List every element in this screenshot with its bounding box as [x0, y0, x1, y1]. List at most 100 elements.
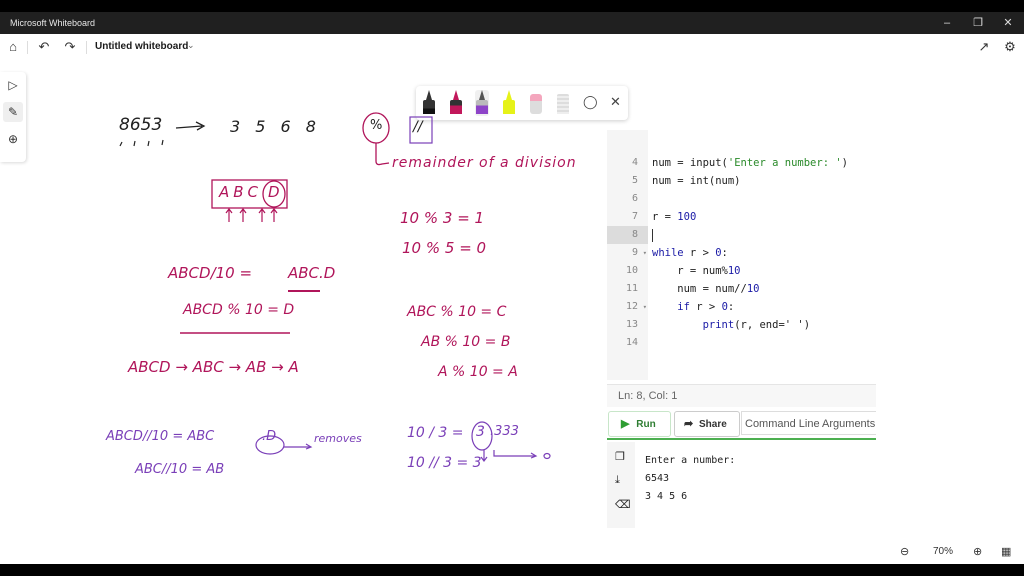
- line-number-text: 5: [631, 175, 638, 186]
- code-token: num =: [652, 157, 690, 169]
- code-token: input: [689, 157, 722, 169]
- fold-toggle-icon[interactable]: ▾: [643, 298, 647, 316]
- ink-mod-symbol: %: [370, 118, 383, 133]
- line-number-text: 10: [625, 265, 638, 276]
- up-arrow: [258, 208, 266, 222]
- tick-mark: [133, 140, 136, 147]
- ink-div-circled: 3: [476, 424, 485, 440]
- code-line[interactable]: [652, 226, 653, 244]
- tick-mark: [161, 139, 164, 146]
- run-button[interactable]: ▶ Run: [608, 411, 671, 437]
- editor-status: Ln: 8, Col: 1: [607, 384, 876, 407]
- share-label: Share: [699, 419, 727, 430]
- line-number: 13: [607, 316, 648, 334]
- ink-floor-circled: .D: [262, 429, 277, 444]
- console-sidebar: ❐ ⤓ ⌫: [607, 442, 635, 528]
- arrow-right: [175, 121, 206, 131]
- line-number-text: 13: [625, 319, 638, 330]
- code-token: r >: [689, 301, 722, 313]
- code-line[interactable]: r = 100: [652, 208, 696, 226]
- line-number: 10: [607, 262, 648, 280]
- arrow-removes: [284, 443, 313, 450]
- ink-div-left: 10 / 3 =: [407, 425, 464, 441]
- ink-floor-eq2: ABC//10 = AB: [135, 462, 225, 477]
- line-number-text: 7: [631, 211, 638, 222]
- code-line[interactable]: print(r, end=' '): [652, 316, 810, 334]
- code-token: ): [841, 157, 848, 169]
- fold-toggle-icon[interactable]: ▾: [643, 244, 647, 262]
- up-arrow: [270, 208, 278, 222]
- console-line: Enter a number:: [645, 455, 736, 466]
- whiteboard-window: Microsoft Whiteboard – ❐ ✕ ⌂ ↶ ↷ Untitle…: [0, 12, 1024, 564]
- digit-ticks: [119, 139, 164, 147]
- code-token: 10: [746, 283, 760, 295]
- line-number-text: 14: [625, 337, 638, 348]
- code-token: :: [727, 301, 735, 313]
- arrow-down: [480, 450, 488, 462]
- line-number: 7: [607, 208, 648, 226]
- ink-floordiv: 10 // 3 = 3: [407, 455, 482, 471]
- ink-floor-eq1: ABCD//10 = ABC: [106, 429, 215, 444]
- code-token: num = num//: [652, 283, 747, 295]
- line-number-text: 4: [631, 157, 638, 168]
- up-arrow: [239, 208, 247, 222]
- line-number: 11: [607, 280, 648, 298]
- ink-eq1-left: ABCD/10 =: [168, 264, 253, 282]
- command-line-arguments-input[interactable]: Command Line Arguments: [741, 411, 876, 435]
- code-line[interactable]: while r > 0:: [652, 244, 728, 262]
- code-token: print: [702, 319, 735, 331]
- ink-floor-symbol: //: [413, 119, 423, 135]
- share-button[interactable]: ➦ Share: [674, 411, 740, 437]
- ink-remainder-note: remainder of a division: [392, 155, 577, 171]
- line-number: 6: [607, 190, 648, 208]
- ink-d: D: [268, 183, 280, 201]
- code-line[interactable]: r = num%10: [652, 262, 741, 280]
- ink-div-rest: .333: [490, 424, 519, 439]
- ink-removes: removes: [314, 432, 362, 445]
- code-token: while: [652, 247, 684, 259]
- code-token: r = num%: [652, 265, 728, 277]
- code-token: 'Enter a number: ': [727, 157, 842, 169]
- line-number: 12 ▾: [607, 298, 648, 316]
- ink-chain: ABCD → ABC → AB → A: [128, 358, 299, 376]
- clear-icon[interactable]: ⌫: [615, 498, 631, 511]
- line-number: 5: [607, 172, 648, 190]
- zoom-level: 70%: [933, 546, 954, 557]
- ink-mod-c: ABC % 10 = C: [407, 304, 507, 320]
- code-token: (r, end=' '): [734, 319, 811, 331]
- code-line[interactable]: num = int(num): [652, 172, 741, 190]
- copy-icon[interactable]: ❐: [615, 450, 625, 463]
- ink-number-sorted: 3 5 6 8: [230, 117, 321, 136]
- line-number-text: 9: [631, 247, 638, 258]
- zoom-in-icon[interactable]: ⊕: [973, 545, 982, 558]
- line-number-text: 6: [631, 193, 638, 204]
- line-number: 9 ▾: [607, 244, 648, 262]
- code-editor[interactable]: 4 num = input('Enter a number: ') 5 num = i…: [607, 130, 876, 380]
- output-console: ❐ ⤓ ⌫ Enter a number: 6543 3 4 5 6: [607, 442, 876, 528]
- console-line: 3 4 5 6: [645, 491, 688, 502]
- code-line[interactable]: num = input('Enter a number: '): [652, 154, 848, 172]
- line-number-text: 12: [625, 301, 638, 312]
- up-arrow: [225, 208, 233, 222]
- code-line[interactable]: if r > 0:: [652, 298, 734, 316]
- code-line[interactable]: num = num//10: [652, 280, 759, 298]
- arrow-to-zero: [493, 450, 538, 459]
- ink-mod-a: A % 10 = A: [438, 364, 518, 380]
- ink-mod-b: AB % 10 = B: [421, 334, 511, 350]
- ink-example-2: 10 % 5 = 0: [402, 239, 487, 257]
- download-icon[interactable]: ⤓: [615, 474, 620, 487]
- cursor-position: Ln: 8, Col: 1: [618, 390, 678, 402]
- ink-eq1-right: ABC.D: [288, 264, 336, 282]
- code-token: 10: [727, 265, 741, 277]
- ink-abc: ABC: [219, 183, 263, 201]
- up-arrows: [225, 208, 278, 222]
- zero-mark: [543, 452, 551, 460]
- line-number: 14: [607, 334, 648, 352]
- text-cursor: [652, 228, 653, 242]
- run-label: Run: [636, 419, 656, 430]
- ink-number: 8653: [119, 115, 163, 135]
- fit-to-screen-icon[interactable]: ▦: [1001, 545, 1011, 558]
- zoom-out-icon[interactable]: ⊖: [900, 545, 909, 558]
- ink-example-1: 10 % 3 = 1: [400, 209, 485, 227]
